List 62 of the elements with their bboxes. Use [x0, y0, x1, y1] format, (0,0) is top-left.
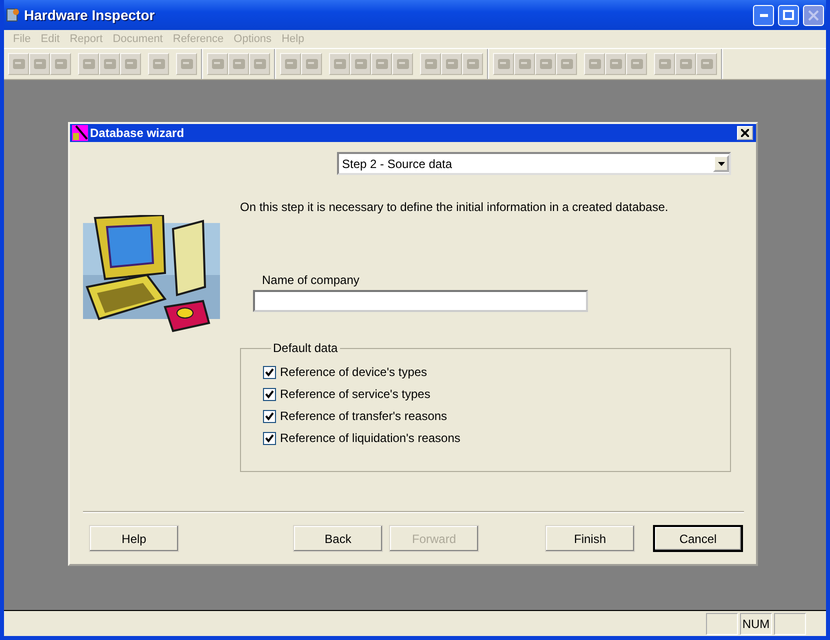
toolbar-glyph-icon — [252, 56, 268, 72]
toolbar-glyph-icon — [304, 56, 320, 72]
window-title: Hardware Inspector — [24, 7, 156, 23]
wand-icon — [72, 125, 88, 141]
toolbar-glyph-icon — [282, 56, 298, 72]
dialog-button[interactable]: Finish — [545, 525, 635, 552]
group-legend: Default data — [271, 341, 340, 355]
status-panel: NUM — [740, 612, 772, 634]
toolbar-glyph-icon — [230, 56, 246, 72]
toolbar-glyph-icon — [52, 56, 68, 72]
toolbar-glyph-icon — [352, 56, 368, 72]
toolbar-glyph-icon — [444, 56, 460, 72]
minimize-icon — [760, 14, 768, 16]
step-dropdown[interactable]: Step 2 - Source data — [337, 152, 731, 175]
toolbar-glyph-icon — [586, 56, 602, 72]
toolbar-glyph-icon — [608, 56, 624, 72]
toolbar-glyph-icon — [122, 56, 138, 72]
close-icon — [808, 10, 819, 20]
checkbox[interactable] — [263, 432, 276, 444]
caret-icon — [718, 162, 724, 166]
toolbar-glyph-icon — [628, 56, 644, 72]
toolbar-glyph-icon — [698, 56, 714, 72]
toolbar-glyph-icon — [394, 56, 410, 72]
toolbar-glyph-icon — [656, 56, 672, 72]
maximize-icon — [783, 10, 794, 20]
toolbar-glyph-icon — [496, 56, 512, 72]
field-label: Name of company — [262, 273, 360, 287]
toolbar-glyph-icon — [80, 56, 96, 72]
checkbox[interactable] — [263, 410, 276, 422]
status-panel — [706, 612, 738, 634]
toolbar-glyph-icon — [102, 56, 118, 72]
toolbar-glyph-icon — [150, 56, 166, 72]
toolbar-glyph-icon — [178, 56, 194, 72]
description-text: On this step it is necessary to define the initial information in a created database. — [240, 200, 670, 214]
toolbar-glyph-icon — [516, 56, 532, 72]
company-name-field[interactable] — [253, 290, 588, 312]
checkbox-label: Reference of transfer's reasons — [280, 409, 448, 423]
toolbar-glyph-icon — [10, 56, 26, 72]
close-button[interactable] — [737, 126, 753, 140]
dialog-button[interactable]: Help — [89, 525, 179, 552]
toolbar-glyph-icon — [678, 56, 694, 72]
checkbox[interactable] — [263, 388, 276, 400]
toolbar-glyph-icon — [464, 56, 480, 72]
close-icon — [741, 129, 749, 137]
toolbar-glyph-icon — [374, 56, 390, 72]
dialog-button[interactable]: Cancel — [653, 525, 744, 552]
toolbar-glyph-icon — [32, 56, 48, 72]
maximize-button[interactable] — [778, 4, 799, 26]
checkbox[interactable] — [263, 366, 276, 378]
dialog-title: Database wizard — [90, 126, 186, 140]
checkbox-label: Reference of service's types — [280, 387, 430, 401]
minimize-button[interactable] — [753, 4, 774, 26]
status-panel — [774, 612, 806, 634]
toolbar-glyph-icon — [210, 56, 226, 72]
toolbar-glyph-icon — [332, 56, 348, 72]
toolbar-glyph-icon — [422, 56, 438, 72]
checkbox-label: Reference of device's types — [280, 365, 428, 379]
dialog-button[interactable]: Back — [293, 525, 383, 552]
toolbar-glyph-icon — [538, 56, 554, 72]
toolbar-glyph-icon — [558, 56, 574, 72]
app-icon — [6, 7, 20, 23]
checkbox-label: Reference of liquidation's reasons — [280, 431, 460, 445]
